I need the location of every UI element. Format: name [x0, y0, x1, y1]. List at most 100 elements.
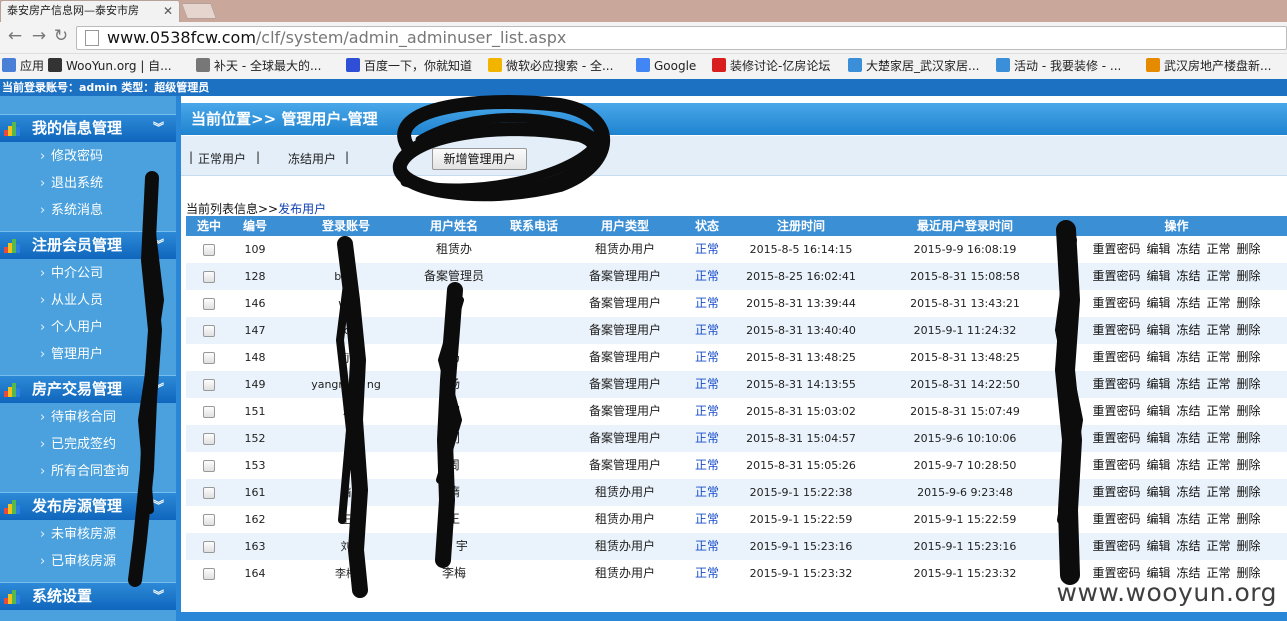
action-link-1[interactable]: 编辑	[1146, 431, 1170, 445]
sidebar-section-0[interactable]: 我的信息管理 ︾	[0, 114, 176, 142]
chevron-down-icon[interactable]: ︾	[153, 232, 164, 258]
row-checkbox[interactable]	[203, 271, 215, 283]
back-arrow-icon[interactable]: ←	[4, 26, 26, 46]
sidebar-item[interactable]: 管理用户	[0, 341, 176, 368]
action-link-0[interactable]: 重置密码	[1092, 323, 1140, 337]
action-link-0[interactable]: 重置密码	[1092, 242, 1140, 256]
sidebar-section-4[interactable]: 系统设置 ︾	[0, 582, 176, 610]
row-checkbox[interactable]	[203, 298, 215, 310]
new-tab-button[interactable]	[181, 3, 217, 19]
action-link-2[interactable]: 冻结	[1176, 512, 1200, 526]
row-checkbox[interactable]	[203, 325, 215, 337]
action-link-0[interactable]: 重置密码	[1092, 512, 1140, 526]
action-link-3[interactable]: 正常	[1207, 350, 1231, 364]
action-link-4[interactable]: 删除	[1237, 296, 1261, 310]
action-link-0[interactable]: 重置密码	[1092, 350, 1140, 364]
tab-normal-users[interactable]: 正常用户	[198, 150, 246, 167]
tab-frozen-users[interactable]: 冻结用户	[288, 150, 336, 167]
action-link-3[interactable]: 正常	[1207, 296, 1231, 310]
action-link-3[interactable]: 正常	[1207, 539, 1231, 553]
action-link-2[interactable]: 冻结	[1176, 404, 1200, 418]
action-link-0[interactable]: 重置密码	[1092, 458, 1140, 472]
row-checkbox[interactable]	[203, 244, 215, 256]
sidebar-item[interactable]: 系统消息	[0, 197, 176, 224]
action-link-3[interactable]: 正常	[1207, 458, 1231, 472]
add-admin-user-button[interactable]: 新增管理用户	[432, 148, 527, 170]
browser-tab[interactable]: 泰安房产信息网—泰安市房 ✕	[0, 0, 180, 22]
action-link-1[interactable]: 编辑	[1146, 485, 1170, 499]
action-link-0[interactable]: 重置密码	[1092, 404, 1140, 418]
action-link-1[interactable]: 编辑	[1146, 377, 1170, 391]
bookmark-5[interactable]: Google	[636, 58, 696, 74]
action-link-2[interactable]: 冻结	[1176, 485, 1200, 499]
row-checkbox[interactable]	[203, 352, 215, 364]
chevron-down-icon[interactable]: ︾	[153, 115, 164, 141]
action-link-0[interactable]: 重置密码	[1092, 431, 1140, 445]
action-link-3[interactable]: 正常	[1207, 242, 1231, 256]
bookmark-4[interactable]: 微软必应搜索 - 全...	[488, 58, 613, 74]
action-link-1[interactable]: 编辑	[1146, 323, 1170, 337]
action-link-3[interactable]: 正常	[1207, 431, 1231, 445]
close-tab-icon[interactable]: ✕	[163, 1, 173, 21]
action-link-1[interactable]: 编辑	[1146, 269, 1170, 283]
bookmark-9[interactable]: 武汉房地产楼盘新...	[1146, 58, 1271, 74]
action-link-4[interactable]: 删除	[1237, 431, 1261, 445]
action-link-2[interactable]: 冻结	[1176, 458, 1200, 472]
action-link-1[interactable]: 编辑	[1146, 512, 1170, 526]
action-link-1[interactable]: 编辑	[1146, 458, 1170, 472]
row-checkbox[interactable]	[203, 406, 215, 418]
action-link-2[interactable]: 冻结	[1176, 431, 1200, 445]
action-link-2[interactable]: 冻结	[1176, 377, 1200, 391]
row-checkbox[interactable]	[203, 514, 215, 526]
action-link-0[interactable]: 重置密码	[1092, 377, 1140, 391]
action-link-0[interactable]: 重置密码	[1092, 296, 1140, 310]
action-link-3[interactable]: 正常	[1207, 404, 1231, 418]
action-link-2[interactable]: 冻结	[1176, 350, 1200, 364]
address-bar[interactable]: www.0538fcw.com/clf/system/admin_adminus…	[76, 26, 1287, 50]
action-link-3[interactable]: 正常	[1207, 269, 1231, 283]
action-link-1[interactable]: 编辑	[1146, 539, 1170, 553]
bookmark-8[interactable]: 活动 - 我要装修 - ...	[996, 58, 1121, 74]
action-link-1[interactable]: 编辑	[1146, 296, 1170, 310]
sidebar-item[interactable]: 待审核合同	[0, 404, 176, 431]
reload-icon[interactable]: ↻	[50, 26, 72, 46]
action-link-1[interactable]: 编辑	[1146, 404, 1170, 418]
action-link-3[interactable]: 正常	[1207, 323, 1231, 337]
action-link-4[interactable]: 删除	[1237, 458, 1261, 472]
action-link-2[interactable]: 冻结	[1176, 296, 1200, 310]
action-link-4[interactable]: 删除	[1237, 539, 1261, 553]
action-link-4[interactable]: 删除	[1237, 269, 1261, 283]
forward-arrow-icon[interactable]: →	[28, 26, 50, 46]
sidebar-item[interactable]: 中介公司	[0, 260, 176, 287]
action-link-1[interactable]: 编辑	[1146, 242, 1170, 256]
row-checkbox[interactable]	[203, 460, 215, 472]
bookmark-2[interactable]: 补天 - 全球最大的...	[196, 58, 321, 74]
action-link-2[interactable]: 冻结	[1176, 242, 1200, 256]
sidebar-item[interactable]: 退出系统	[0, 170, 176, 197]
action-link-0[interactable]: 重置密码	[1092, 539, 1140, 553]
sidebar-item[interactable]: 修改密码	[0, 143, 176, 170]
action-link-3[interactable]: 正常	[1207, 485, 1231, 499]
sidebar-item[interactable]: 从业人员	[0, 287, 176, 314]
row-checkbox[interactable]	[203, 379, 215, 391]
action-link-2[interactable]: 冻结	[1176, 323, 1200, 337]
row-checkbox[interactable]	[203, 541, 215, 553]
bookmark-7[interactable]: 大楚家居_武汉家居...	[848, 58, 979, 74]
action-link-4[interactable]: 删除	[1237, 242, 1261, 256]
sidebar-item[interactable]: 已完成签约	[0, 431, 176, 458]
bookmark-3[interactable]: 百度一下，你就知道	[346, 58, 472, 74]
action-link-3[interactable]: 正常	[1207, 377, 1231, 391]
sidebar-section-1[interactable]: 注册会员管理 ︾	[0, 231, 176, 259]
action-link-4[interactable]: 删除	[1237, 485, 1261, 499]
row-checkbox[interactable]	[203, 433, 215, 445]
action-link-2[interactable]: 冻结	[1176, 539, 1200, 553]
chevron-down-icon[interactable]: ︾	[153, 493, 164, 519]
sidebar-item[interactable]: 所有合同查询	[0, 458, 176, 485]
breadcrumb-link[interactable]: 发布用户	[278, 202, 326, 216]
action-link-0[interactable]: 重置密码	[1092, 269, 1140, 283]
action-link-4[interactable]: 删除	[1237, 404, 1261, 418]
action-link-3[interactable]: 正常	[1207, 512, 1231, 526]
action-link-2[interactable]: 冻结	[1176, 269, 1200, 283]
chevron-down-icon[interactable]: ︾	[153, 376, 164, 402]
action-link-4[interactable]: 删除	[1237, 323, 1261, 337]
